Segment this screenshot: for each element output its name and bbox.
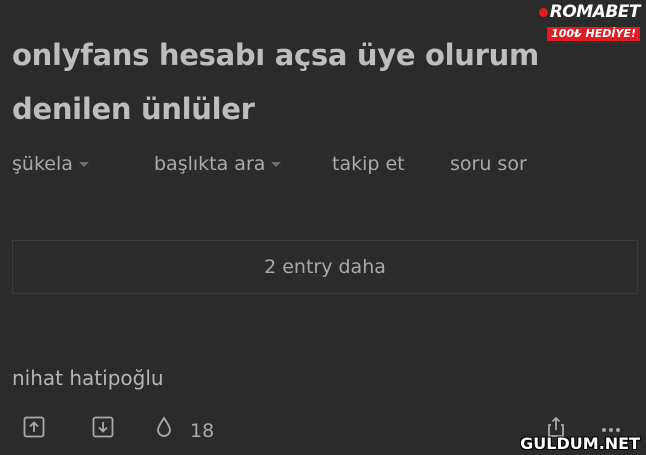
watermark-brand: ROMABET — [549, 2, 641, 22]
arrow-up-box-icon[interactable] — [23, 416, 45, 438]
load-more-entries-button[interactable]: 2 entry daha — [12, 240, 638, 294]
ball-icon — [538, 7, 548, 17]
topic-title[interactable]: onlyfans hesabı açsa üye olurum denilen … — [12, 28, 572, 136]
entry-content: nihat hatipoğlu — [12, 366, 164, 390]
watermark-promo: 100₺ HEDİYE! — [547, 27, 640, 41]
chevron-down-icon — [271, 162, 282, 167]
arrow-down-box-icon[interactable] — [92, 416, 114, 438]
sort-label: şükela — [12, 153, 73, 175]
load-more-label: 2 entry daha — [264, 256, 386, 278]
follow-button[interactable]: takip et — [332, 153, 405, 175]
favorite-count: 18 — [190, 420, 215, 442]
search-in-topic-dropdown[interactable]: başlıkta ara — [154, 153, 282, 175]
drop-icon[interactable] — [153, 416, 175, 438]
guldum-watermark: GULDUM.NET — [520, 434, 640, 453]
ask-question-button[interactable]: soru sor — [450, 153, 527, 175]
romabet-watermark: ROMABET 100₺ HEDİYE! — [538, 2, 641, 41]
search-in-topic-label: başlıkta ara — [154, 153, 266, 175]
sort-dropdown[interactable]: şükela — [12, 153, 89, 175]
chevron-down-icon — [78, 162, 89, 167]
